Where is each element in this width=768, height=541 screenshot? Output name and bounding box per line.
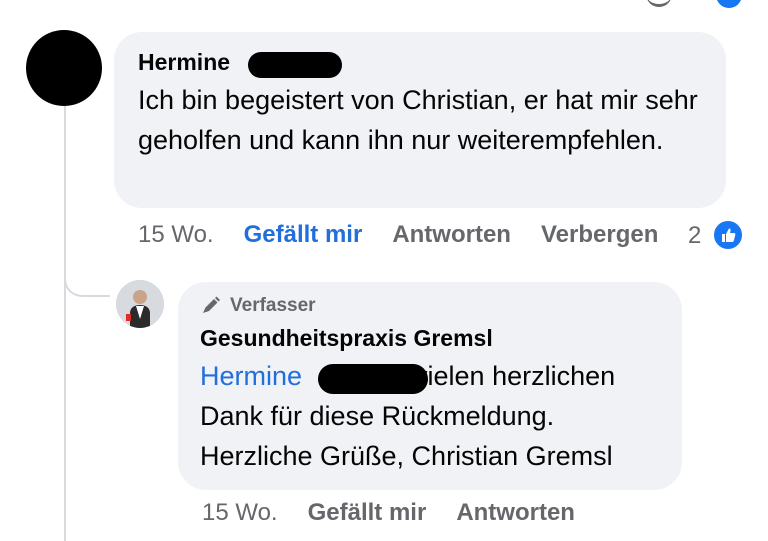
pen-icon [203, 296, 220, 313]
reply-actions: 15 Wo. Gefällt mir Antworten [202, 498, 605, 528]
reply-time[interactable]: 15 Wo. [202, 498, 278, 528]
cutoff-reaction-fragment [716, 0, 742, 8]
redacted-surname [318, 364, 428, 394]
thread-line [64, 95, 66, 541]
reply-bubble: Verfasser Gesundheitspraxis Gremsl Hermi… [178, 282, 682, 490]
reply-text: Hermine vielen herzlichen Dank für diese … [200, 356, 670, 476]
comment-author[interactable]: Hermine [138, 48, 702, 76]
comment-bubble: Hermine Ich bin begeistert von Christian… [114, 32, 726, 208]
reply-button[interactable]: Antworten [456, 498, 575, 528]
comment-actions: 15 Wo. Gefällt mir Antworten Verbergen [138, 220, 688, 250]
avatar[interactable] [26, 30, 102, 106]
comment-text: Ich bin begeistert von Christian, er hat… [138, 85, 698, 155]
cutoff-text-fragment [646, 0, 672, 7]
hide-button[interactable]: Verbergen [541, 220, 658, 250]
like-button[interactable]: Gefällt mir [308, 498, 427, 528]
badge-label: Verfasser [230, 295, 316, 316]
thread-connector [64, 255, 110, 297]
thumbs-up-icon[interactable] [712, 219, 744, 251]
avatar[interactable] [116, 280, 164, 328]
reply-author[interactable]: Gesundheitspraxis Gremsl [200, 324, 660, 352]
redacted-surname [248, 52, 342, 78]
author-badge: Verfasser [200, 294, 660, 318]
like-button[interactable]: Gefällt mir [244, 220, 363, 250]
mention-link[interactable]: Hermine [200, 361, 302, 391]
reply-button[interactable]: Antworten [392, 220, 511, 250]
comment-time[interactable]: 15 Wo. [138, 220, 214, 250]
reaction-count[interactable]: 2 [688, 221, 701, 251]
